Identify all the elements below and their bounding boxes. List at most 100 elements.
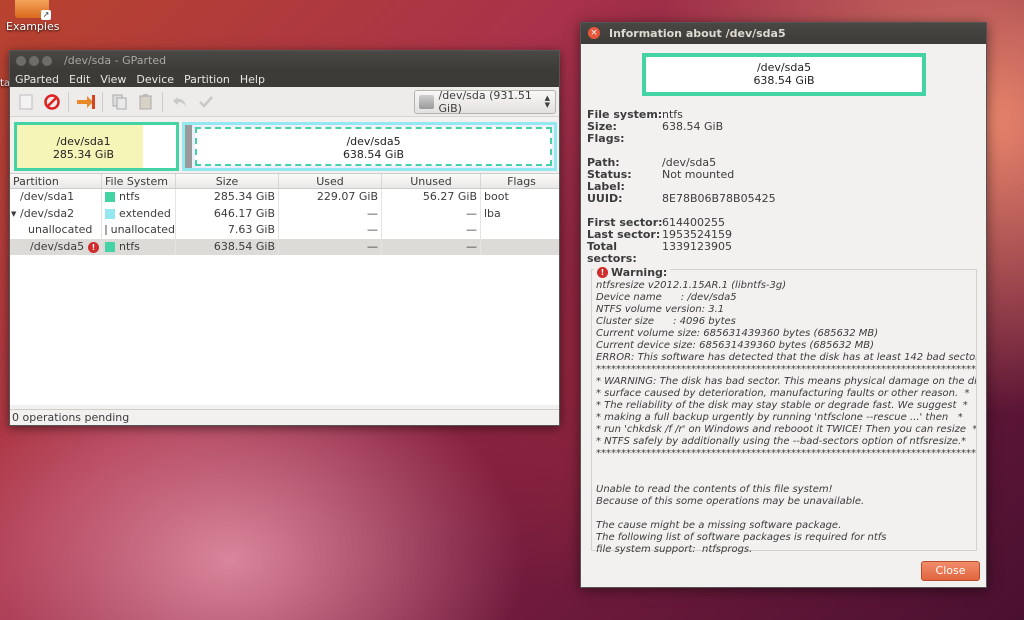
cell-filesystem: extended xyxy=(102,205,176,222)
warning-line xyxy=(596,508,976,520)
fs-color-swatch xyxy=(105,241,115,252)
warning-line: ****************************************… xyxy=(596,448,976,459)
table-row[interactable]: ▼ /dev/sda2 extended 646.17 GiB — — lba xyxy=(10,205,559,222)
table-row-selected[interactable]: /dev/sda5! ntfs 638.54 GiB — — xyxy=(10,238,559,255)
flags-label: Flags: xyxy=(587,132,625,145)
device-select-value: /dev/sda (931.51 GiB) xyxy=(438,89,532,115)
warning-line xyxy=(596,460,976,472)
undo-button[interactable] xyxy=(170,92,190,112)
cell-used: — xyxy=(279,238,382,255)
device-select[interactable]: /dev/sda (931.51 GiB) ▲ ▼ xyxy=(414,89,556,115)
copy-button[interactable] xyxy=(110,92,130,112)
cell-partition: ▼ /dev/sda2 xyxy=(10,205,102,222)
cell-used: 229.07 GiB xyxy=(279,189,382,206)
cell-filesystem: unallocated xyxy=(102,222,176,239)
copy-icon xyxy=(112,94,127,109)
col-partition[interactable]: Partition xyxy=(10,174,102,188)
warning-header: ! Warning: xyxy=(594,266,671,279)
map-sda1-name: /dev/sda1 xyxy=(56,135,111,148)
close-icon[interactable]: × xyxy=(588,27,600,39)
cell-used: — xyxy=(279,222,382,239)
fs-color-swatch xyxy=(105,225,107,236)
fs-name: ntfs xyxy=(119,239,140,253)
col-filesystem[interactable]: File System xyxy=(102,174,176,188)
menu-gparted[interactable]: GParted xyxy=(15,73,59,86)
resize-arrow-icon xyxy=(77,94,95,109)
graphic-name: /dev/sda5 xyxy=(756,61,812,74)
graphic-size: 638.54 GiB xyxy=(753,74,815,87)
cell-size: 638.54 GiB xyxy=(176,238,279,255)
menu-view[interactable]: View xyxy=(100,73,126,86)
warning-line: Cluster size : 4096 bytes xyxy=(596,316,736,327)
toolbar-separator xyxy=(162,91,163,112)
map-sda5-size: 638.54 GiB xyxy=(342,148,405,161)
cell-used: — xyxy=(279,205,382,222)
maximize-window-button[interactable] xyxy=(42,56,52,66)
partition-map-sda5[interactable]: /dev/sda5 638.54 GiB xyxy=(195,127,552,166)
delete-partition-button[interactable] xyxy=(42,92,62,112)
col-used[interactable]: Used xyxy=(279,174,382,188)
desktop-icon-label: Examples xyxy=(6,20,60,33)
cell-partition: /dev/sda1 xyxy=(10,189,102,206)
folder-icon: ↗ xyxy=(15,0,51,20)
size-value: 638.54 GiB xyxy=(662,120,724,133)
menu-device[interactable]: Device xyxy=(136,73,174,86)
warning-line: Unable to read the contents of this file… xyxy=(596,484,833,495)
unallocated-gap xyxy=(185,125,192,168)
paste-icon xyxy=(139,93,152,109)
cell-unused: — xyxy=(382,205,481,222)
warning-line: NTFS volume version: 3.1 xyxy=(596,304,725,315)
col-unused[interactable]: Unused xyxy=(382,174,481,188)
paste-button[interactable] xyxy=(136,92,156,112)
menu-edit[interactable]: Edit xyxy=(69,73,90,86)
cell-flags: boot xyxy=(484,190,509,203)
cell-unused: 56.27 GiB xyxy=(382,189,481,206)
warning-line: Because of this some operations may be u… xyxy=(596,496,865,507)
menubar: GParted Edit View Device Partition Help xyxy=(10,71,559,87)
menu-help[interactable]: Help xyxy=(240,73,265,86)
total-sectors-label: Total sectors: xyxy=(587,240,637,265)
cell-filesystem: ntfs xyxy=(102,238,176,255)
warning-line: * WARNING: The disk has bad sector. This… xyxy=(596,376,976,387)
warning-line: ntfsresize v2012.1.15AR.1 (libntfs-3g) xyxy=(596,280,787,291)
minimize-window-button[interactable] xyxy=(29,56,39,66)
desktop-icon-examples[interactable]: ↗ Examples xyxy=(6,0,60,33)
cell-partition: unallocated xyxy=(10,222,102,239)
table-row[interactable]: unallocated unallocated 7.63 GiB — — xyxy=(10,222,559,239)
map-sda1-size: 285.34 GiB xyxy=(52,148,115,161)
expander-icon[interactable]: ▼ xyxy=(11,206,16,222)
warning-line: file system support: ntfsprogs. xyxy=(596,544,753,555)
close-button[interactable]: Close xyxy=(921,561,980,581)
warning-line: * run 'chkdsk /f /r' on Windows and rebo… xyxy=(596,424,976,435)
warning-line: The cause might be a missing software pa… xyxy=(596,520,842,531)
partition-map-sda1[interactable]: /dev/sda1 285.34 GiB xyxy=(14,122,179,171)
partition-name: /dev/sda5 xyxy=(30,239,85,253)
warning-line xyxy=(596,472,976,484)
cell-size: 646.17 GiB xyxy=(176,205,279,222)
partition-name: /dev/sda2 xyxy=(20,206,75,220)
table-header: Partition File System Size Used Unused F… xyxy=(10,173,559,189)
gparted-titlebar: /dev/sda - GParted xyxy=(10,51,559,71)
table-row[interactable]: /dev/sda1 ntfs 285.34 GiB 229.07 GiB 56.… xyxy=(10,189,559,206)
menu-partition[interactable]: Partition xyxy=(184,73,230,86)
apply-button[interactable] xyxy=(196,92,216,112)
window-title: /dev/sda - GParted xyxy=(64,54,167,67)
uuid-value: 8E78B06B78B05425 xyxy=(662,192,776,205)
close-window-button[interactable] xyxy=(16,56,26,66)
col-size[interactable]: Size xyxy=(176,174,279,188)
partition-map-extended[interactable]: /dev/sda5 638.54 GiB xyxy=(182,122,557,171)
toolbar-separator xyxy=(68,91,69,112)
warning-title: Warning: xyxy=(611,266,668,279)
partition-table: Partition File System Size Used Unused F… xyxy=(10,173,559,405)
status-value: Not mounted xyxy=(662,168,735,181)
new-partition-button[interactable] xyxy=(16,92,36,112)
warning-line: Device name : /dev/sda5 xyxy=(596,292,737,303)
cell-partition: /dev/sda5! xyxy=(10,238,102,255)
fs-color-swatch xyxy=(105,208,115,219)
resize-move-button[interactable] xyxy=(76,92,96,112)
warning-line: Current device size: 685631439360 bytes … xyxy=(596,340,874,351)
new-icon xyxy=(19,94,33,109)
col-flags[interactable]: Flags xyxy=(481,174,559,188)
cell-filesystem: ntfs xyxy=(102,189,176,206)
warning-line: Current volume size: 685631439360 bytes … xyxy=(596,328,879,339)
